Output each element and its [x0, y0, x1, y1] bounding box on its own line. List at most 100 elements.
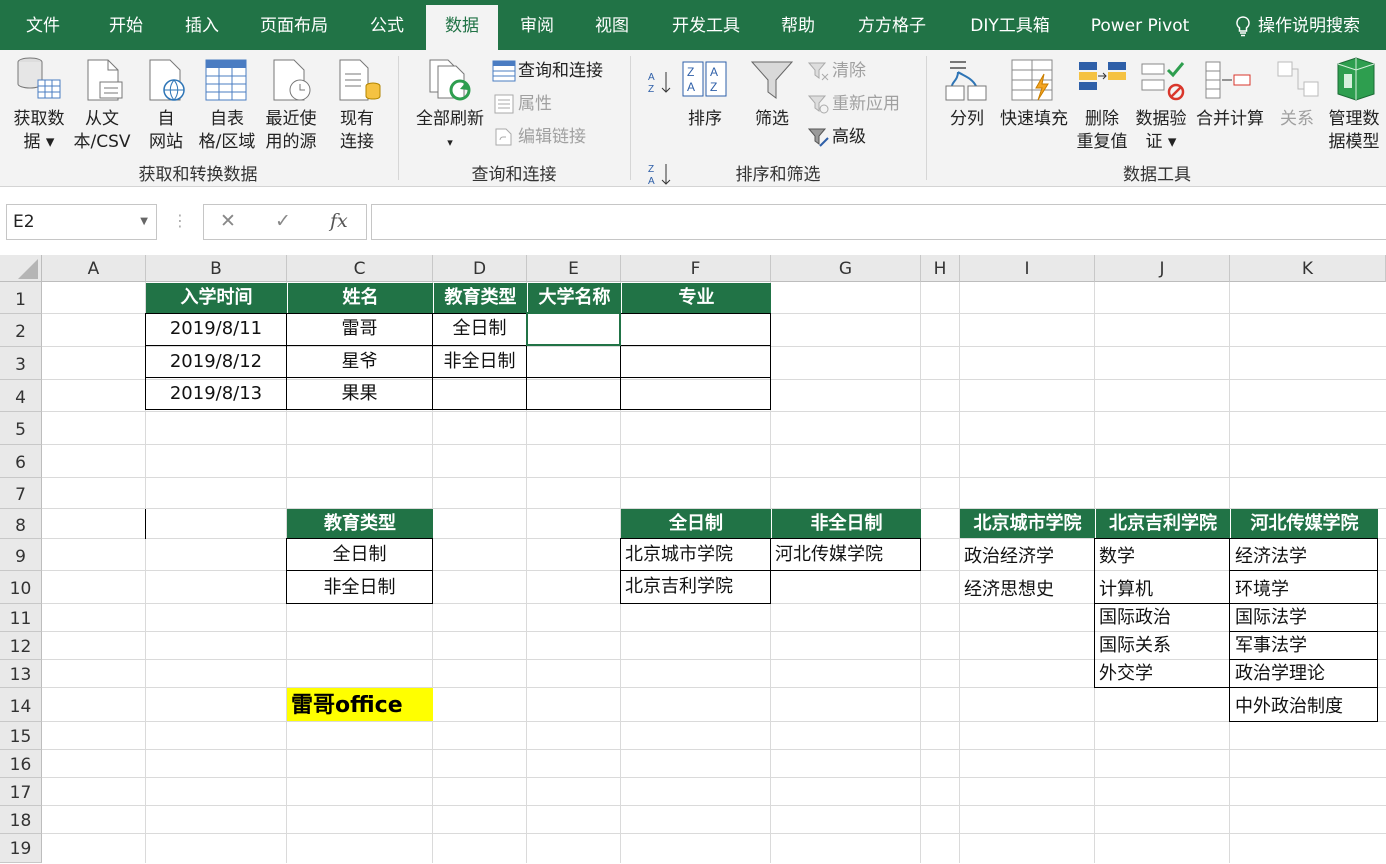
major-item[interactable]: 国际政治: [1099, 604, 1171, 632]
table-cell-name[interactable]: 雷哥: [287, 313, 432, 345]
major-item[interactable]: 计算机: [1099, 573, 1153, 607]
table-cell-date[interactable]: 2019/8/11: [146, 313, 286, 345]
from-text-csv-button[interactable]: 从文 本/CSV: [70, 108, 134, 154]
tab-home[interactable]: 开始: [94, 0, 158, 50]
data-validation-button[interactable]: 数据验证 ▾: [1130, 108, 1192, 154]
advanced-button[interactable]: 高级: [832, 126, 866, 149]
major-item[interactable]: 国际关系: [1099, 632, 1171, 660]
tab-fangfang[interactable]: 方方格子: [846, 0, 938, 50]
major-item[interactable]: 政治经济学: [964, 541, 1054, 573]
row-header-5[interactable]: 5: [0, 412, 42, 445]
select-all-corner[interactable]: [0, 255, 42, 282]
selected-cell-e2[interactable]: [526, 312, 621, 346]
column-header-d[interactable]: D: [433, 255, 527, 282]
major-item[interactable]: 国际法学: [1235, 604, 1307, 632]
manage-data-model-button[interactable]: 管理数 据模型: [1322, 108, 1386, 154]
from-web-button[interactable]: 自网站: [140, 108, 192, 154]
tab-power-pivot[interactable]: Power Pivot: [1080, 0, 1200, 50]
column-header-e[interactable]: E: [527, 255, 621, 282]
tell-me-search[interactable]: 操作说明搜索: [1222, 0, 1372, 50]
uni-table-cell[interactable]: 北京吉利学院: [620, 570, 771, 604]
row-header-19[interactable]: 19: [0, 834, 42, 863]
table-cell-date[interactable]: 2019/8/12: [146, 345, 286, 379]
row-header-3[interactable]: 3: [0, 347, 42, 380]
consolidate-button[interactable]: 合并计算: [1192, 108, 1268, 131]
major-item[interactable]: 数学: [1099, 541, 1135, 573]
insert-function-icon[interactable]: fx: [330, 204, 348, 238]
major-item[interactable]: 经济法学: [1235, 541, 1307, 573]
row-header-2[interactable]: 2: [0, 314, 42, 347]
text-to-columns-button[interactable]: 分列: [942, 108, 992, 131]
uni-table-cell[interactable]: 北京城市学院: [620, 538, 771, 571]
table-cell-edu-type[interactable]: 全日制: [433, 313, 526, 345]
existing-connections-button[interactable]: 现有 连接: [332, 108, 382, 154]
tab-diy-toolbox[interactable]: DIY工具箱: [956, 0, 1064, 50]
refresh-all-button[interactable]: 全部刷新 ▾: [408, 108, 492, 154]
tab-file[interactable]: 文件: [14, 0, 72, 50]
row-header-15[interactable]: 15: [0, 722, 42, 750]
uni-table-header[interactable]: 全日制: [621, 509, 771, 538]
major-item[interactable]: 外交学: [1099, 660, 1153, 688]
recent-sources-button[interactable]: 最近使 用的源: [260, 108, 322, 154]
tab-help[interactable]: 帮助: [768, 0, 828, 50]
major-item[interactable]: 政治学理论: [1235, 660, 1325, 688]
column-header-b[interactable]: B: [146, 255, 287, 282]
row-header-8[interactable]: 8: [0, 509, 42, 539]
row-header-18[interactable]: 18: [0, 806, 42, 834]
major-table-header[interactable]: 北京城市学院: [960, 509, 1095, 538]
from-table-range-button[interactable]: 自表 格/区域: [192, 108, 262, 154]
tab-page-layout[interactable]: 页面布局: [248, 0, 340, 50]
properties-button[interactable]: 属性: [518, 93, 552, 116]
clear-button[interactable]: 清除: [832, 60, 866, 83]
table1-header[interactable]: 大学名称: [527, 283, 621, 313]
remove-duplicates-button[interactable]: 删除 重复值: [1074, 108, 1130, 154]
major-item[interactable]: 中外政治制度: [1235, 691, 1343, 723]
queries-connections-button[interactable]: 查询和连接: [518, 60, 603, 83]
row-header-14[interactable]: 14: [0, 688, 42, 722]
column-header-k[interactable]: K: [1230, 255, 1386, 282]
uni-table-header[interactable]: 非全日制: [771, 509, 921, 538]
row-header-4[interactable]: 4: [0, 380, 42, 412]
reapply-button[interactable]: 重新应用: [832, 93, 900, 116]
edu-list-header[interactable]: 教育类型: [287, 509, 433, 538]
row-header-11[interactable]: 11: [0, 604, 42, 632]
table1-header[interactable]: 教育类型: [433, 283, 527, 313]
table1-header[interactable]: 姓名: [287, 283, 433, 313]
major-table-header[interactable]: 北京吉利学院: [1095, 509, 1230, 538]
tab-insert[interactable]: 插入: [170, 0, 234, 50]
edit-links-button[interactable]: 编辑链接: [518, 126, 586, 149]
worksheet[interactable]: A B C D E F G H I J K 1 2 3 4 5 6 7 8 9 …: [0, 255, 1386, 863]
tab-view[interactable]: 视图: [582, 0, 642, 50]
row-header-6[interactable]: 6: [0, 445, 42, 478]
table-cell-date[interactable]: 2019/8/13: [146, 377, 286, 411]
column-header-i[interactable]: I: [960, 255, 1095, 282]
relationships-button[interactable]: 关系: [1272, 108, 1322, 131]
column-header-a[interactable]: A: [42, 255, 146, 282]
edu-list-item[interactable]: 非全日制: [286, 570, 433, 604]
table-cell-name[interactable]: 果果: [287, 377, 432, 411]
major-item[interactable]: 经济思想史: [964, 573, 1054, 607]
row-header-16[interactable]: 16: [0, 750, 42, 778]
chevron-down-icon[interactable]: ▼: [140, 205, 148, 239]
major-table-header[interactable]: 河北传媒学院: [1230, 509, 1378, 538]
column-header-f[interactable]: F: [621, 255, 771, 282]
tab-formulas[interactable]: 公式: [356, 0, 418, 50]
column-header-g[interactable]: G: [771, 255, 921, 282]
filter-button[interactable]: 筛选: [746, 108, 798, 131]
column-header-c[interactable]: C: [287, 255, 433, 282]
table-cell-name[interactable]: 星爷: [287, 345, 432, 379]
major-item[interactable]: 环境学: [1235, 573, 1289, 607]
tab-data[interactable]: 数据: [426, 5, 498, 50]
table-cell-edu-type[interactable]: 非全日制: [433, 345, 526, 379]
name-box[interactable]: E2 ▼: [6, 204, 157, 240]
row-header-9[interactable]: 9: [0, 539, 42, 571]
formula-input[interactable]: [371, 204, 1386, 240]
column-header-j[interactable]: J: [1095, 255, 1230, 282]
enter-icon[interactable]: ✓: [275, 204, 291, 238]
row-header-17[interactable]: 17: [0, 778, 42, 806]
sort-button[interactable]: 排序: [680, 108, 730, 131]
sort-asc-icon[interactable]: AZ: [648, 70, 674, 98]
edu-list-item[interactable]: 全日制: [286, 538, 433, 571]
table1-header[interactable]: 专业: [621, 283, 771, 313]
column-header-h[interactable]: H: [921, 255, 960, 282]
